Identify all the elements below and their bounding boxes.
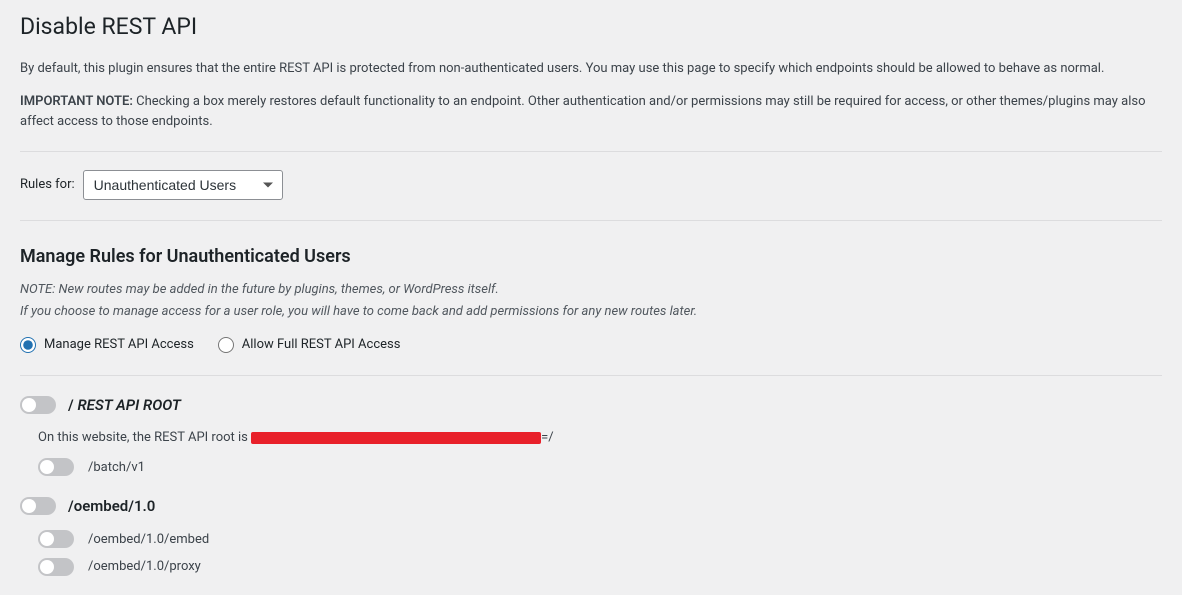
- manage-section: Manage Rules for Unauthenticated Users N…: [20, 243, 1162, 577]
- page-title: Disable REST API: [20, 10, 1162, 45]
- sub-route-label-proxy: /oembed/1.0/proxy: [88, 557, 201, 577]
- manage-heading: Manage Rules for Unauthenticated Users: [20, 243, 1162, 270]
- redacted-url: [251, 432, 541, 444]
- radio-manage[interactable]: [20, 337, 36, 353]
- route-label-oembed: /oembed/1.0: [68, 495, 155, 518]
- radio-option-allow: Allow Full REST API Access: [218, 335, 401, 355]
- intro-section: By default, this plugin ensures that the…: [20, 59, 1162, 153]
- rules-for-label: Rules for:: [20, 175, 75, 195]
- rules-for-select-wrapper: Unauthenticated Users: [83, 170, 283, 200]
- sub-route-oembed-embed: /oembed/1.0/embed: [38, 530, 1162, 550]
- toggle-oembed-embed[interactable]: [38, 530, 74, 548]
- sub-route-batch: /batch/v1: [38, 458, 1162, 478]
- rules-for-section: Rules for: Unauthenticated Users: [20, 170, 1162, 221]
- radio-allow[interactable]: [218, 337, 234, 353]
- toggle-batch-v1[interactable]: [38, 458, 74, 476]
- sub-route-label-embed: /oembed/1.0/embed: [88, 530, 209, 550]
- radio-manage-label[interactable]: Manage REST API Access: [44, 335, 194, 355]
- route-header-root: / REST API ROOT: [20, 394, 1162, 417]
- rules-for-select[interactable]: Unauthenticated Users: [83, 170, 283, 200]
- radio-allow-label[interactable]: Allow Full REST API Access: [242, 335, 401, 355]
- route-label-root-italic: REST API ROOT: [77, 396, 180, 414]
- note-line-2: If you choose to manage access for a use…: [20, 302, 1162, 322]
- important-note-label: IMPORTANT NOTE:: [20, 94, 133, 109]
- toggle-oembed-proxy[interactable]: [38, 558, 74, 576]
- sub-route-oembed-proxy: /oembed/1.0/proxy: [38, 557, 1162, 577]
- toggle-oembed[interactable]: [20, 497, 56, 515]
- route-group-oembed: /oembed/1.0 /oembed/1.0/embed /oembed/1.…: [20, 495, 1162, 577]
- route-label-root: / REST API ROOT: [68, 394, 181, 417]
- radio-option-manage: Manage REST API Access: [20, 335, 194, 355]
- intro-paragraph: By default, this plugin ensures that the…: [20, 59, 1162, 79]
- route-desc-suffix: =/: [541, 430, 554, 445]
- important-note: IMPORTANT NOTE: Checking a box merely re…: [20, 92, 1162, 131]
- access-radio-group: Manage REST API Access Allow Full REST A…: [20, 335, 1162, 376]
- sub-route-label-batch: /batch/v1: [88, 458, 145, 478]
- note-line-1: NOTE: New routes may be added in the fut…: [20, 280, 1162, 300]
- route-desc-prefix: On this website, the REST API root is: [38, 430, 251, 445]
- route-header-oembed: /oembed/1.0: [20, 495, 1162, 518]
- important-note-text: Checking a box merely restores default f…: [20, 94, 1145, 129]
- toggle-root[interactable]: [20, 396, 56, 414]
- route-description-root: On this website, the REST API root is =/: [38, 428, 1162, 448]
- route-group-root: / REST API ROOT On this website, the RES…: [20, 394, 1162, 478]
